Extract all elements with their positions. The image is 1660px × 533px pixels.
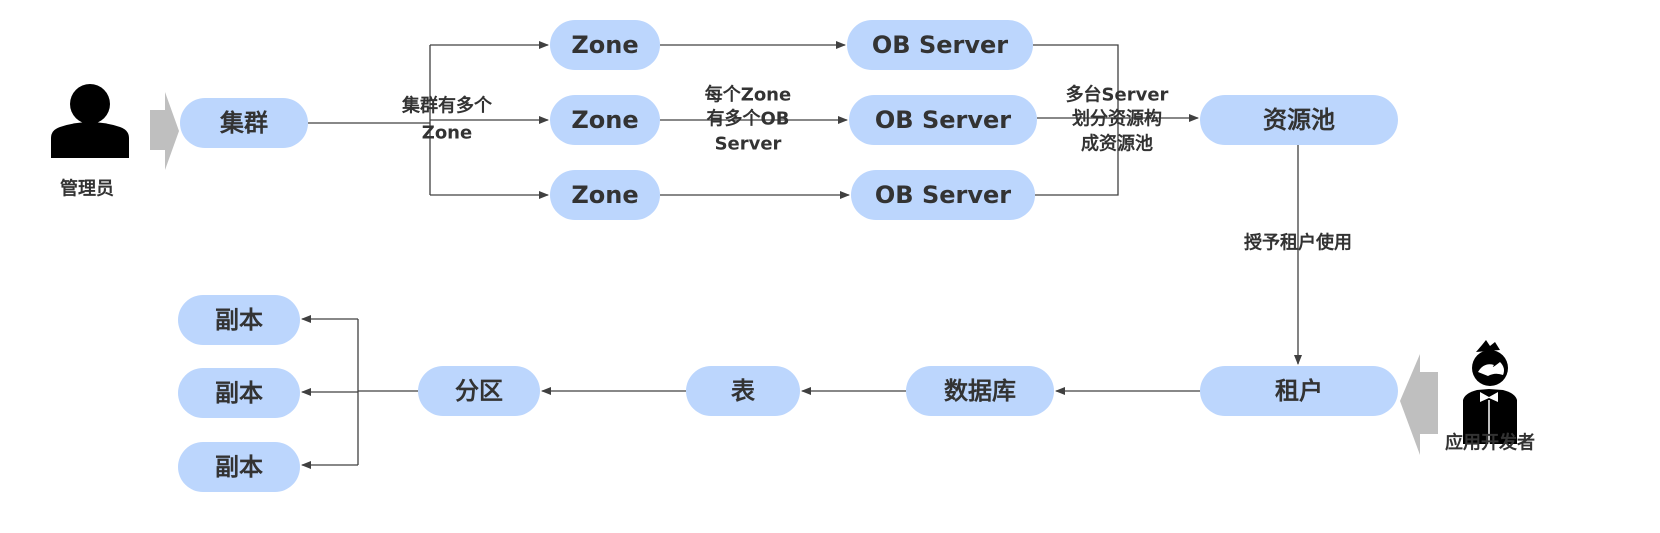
- svg-text:Zone: Zone: [571, 181, 638, 209]
- node-cluster: 集群: [180, 98, 308, 148]
- annotation-cluster-zone: 集群有多个 Zone: [401, 95, 493, 144]
- svg-text:划分资源构: 划分资源构: [1072, 108, 1162, 130]
- svg-text:OB Server: OB Server: [875, 181, 1011, 209]
- svg-text:Server: Server: [715, 134, 782, 155]
- svg-text:Zone: Zone: [571, 31, 638, 59]
- node-partition: 分区: [418, 366, 540, 416]
- svg-text:分区: 分区: [455, 377, 503, 405]
- architecture-diagram: 管理员 集群 Zone Zone Zone OB Server OB Serve…: [51, 20, 1535, 492]
- admin-arrow-icon: [150, 92, 179, 170]
- svg-text:副本: 副本: [215, 453, 263, 481]
- svg-text:集群: 集群: [219, 109, 268, 137]
- svg-text:集群有多个: 集群有多个: [401, 95, 493, 117]
- svg-text:OB Server: OB Server: [875, 106, 1011, 134]
- node-resource-pool: 资源池: [1200, 95, 1398, 145]
- svg-text:数据库: 数据库: [944, 377, 1016, 405]
- admin-person-icon: [51, 84, 129, 158]
- annotation-pool-tenant: 授予租户使用: [1244, 232, 1352, 254]
- svg-text:每个Zone: 每个Zone: [705, 84, 791, 106]
- svg-text:Zone: Zone: [422, 123, 472, 144]
- node-table: 表: [686, 366, 800, 416]
- developer-icon: [1463, 340, 1517, 444]
- svg-text:Zone: Zone: [571, 106, 638, 134]
- node-zone-3: Zone: [550, 170, 660, 220]
- node-replica-3: 副本: [178, 442, 300, 492]
- node-database: 数据库: [906, 366, 1054, 416]
- admin-label: 管理员: [60, 178, 114, 200]
- node-replica-2: 副本: [178, 368, 300, 418]
- node-tenant: 租户: [1200, 366, 1398, 416]
- svg-text:多台Server: 多台Server: [1066, 84, 1169, 106]
- node-server-1: OB Server: [847, 20, 1033, 70]
- svg-text:有多个OB: 有多个OB: [706, 108, 789, 130]
- svg-text:OB Server: OB Server: [872, 31, 1008, 59]
- svg-text:表: 表: [731, 377, 756, 405]
- developer-label: 应用开发者: [1445, 432, 1535, 454]
- node-zone-1: Zone: [550, 20, 660, 70]
- svg-text:副本: 副本: [215, 379, 263, 407]
- svg-text:租户: 租户: [1275, 377, 1323, 405]
- svg-text:副本: 副本: [215, 306, 263, 334]
- developer-arrow-icon: [1400, 354, 1438, 455]
- node-server-3: OB Server: [851, 170, 1035, 220]
- svg-text:资源池: 资源池: [1263, 106, 1335, 134]
- svg-text:成资源池: 成资源池: [1081, 133, 1153, 155]
- node-server-2: OB Server: [849, 95, 1037, 145]
- annotation-zone-server: 每个Zone 有多个OB Server: [705, 84, 791, 155]
- annotation-server-pool: 多台Server 划分资源构 成资源池: [1066, 84, 1169, 155]
- node-replica-1: 副本: [178, 295, 300, 345]
- node-zone-2: Zone: [550, 95, 660, 145]
